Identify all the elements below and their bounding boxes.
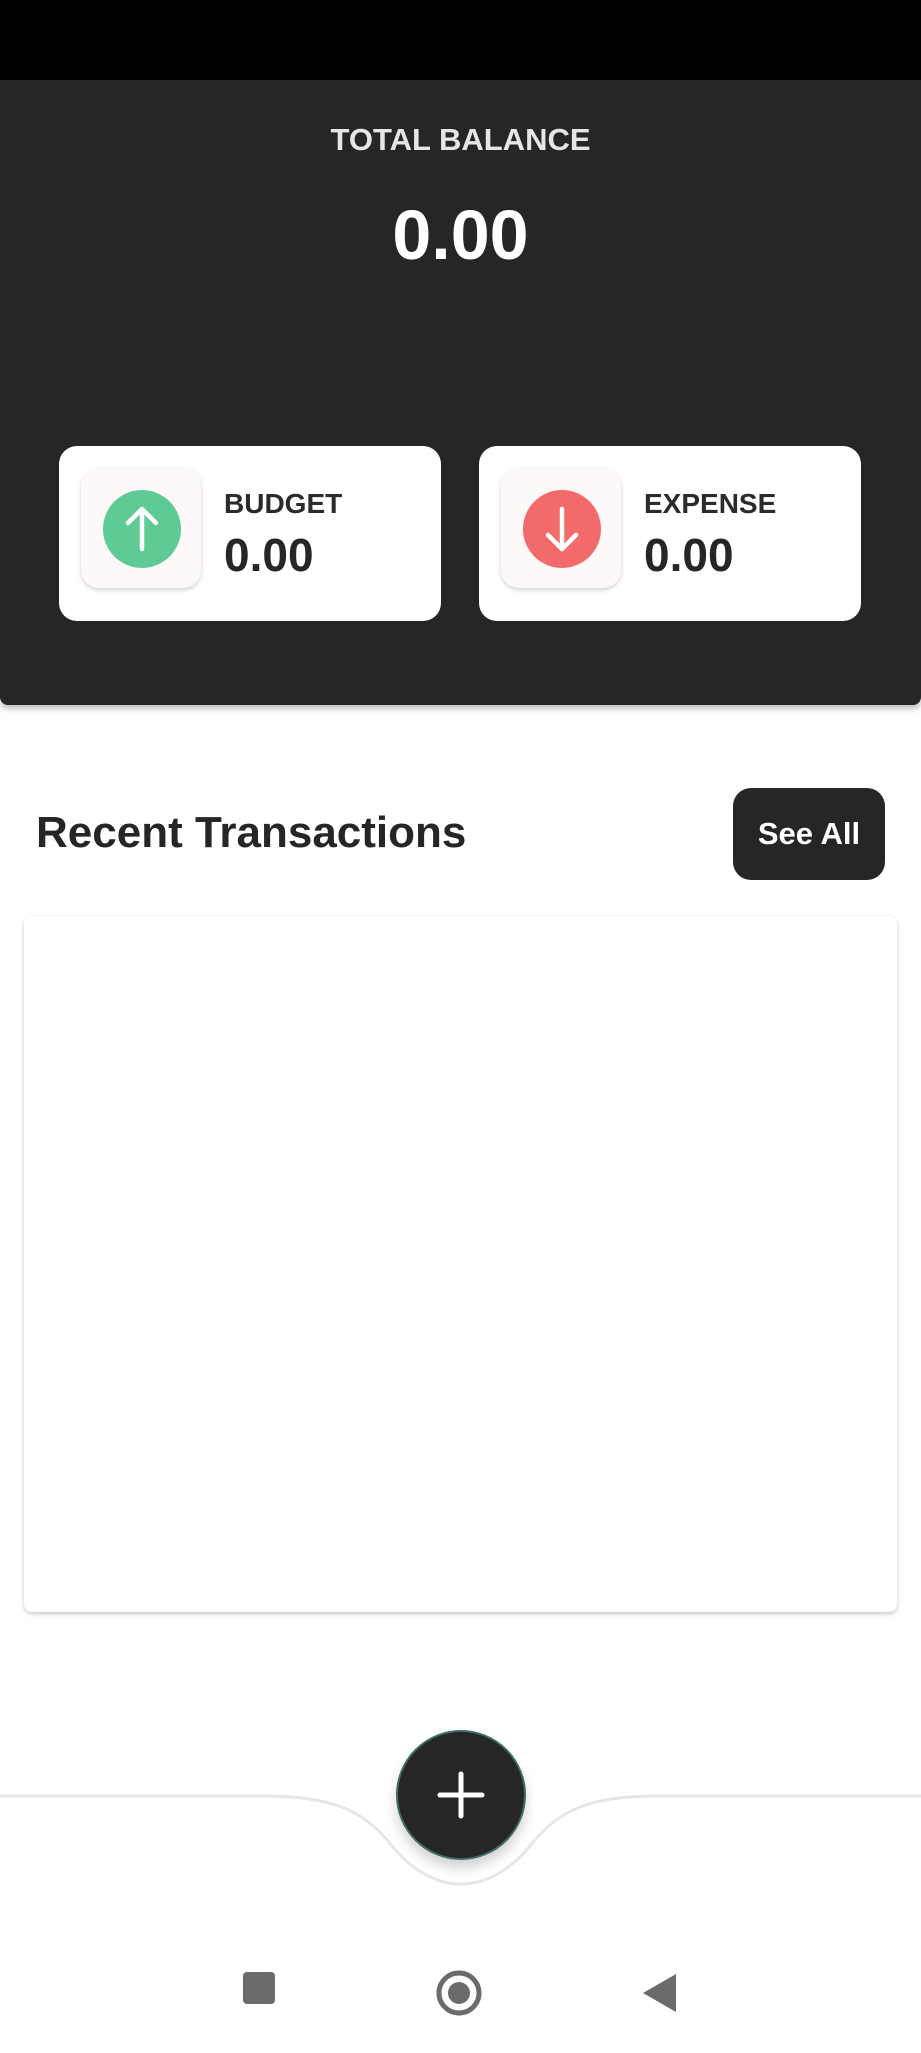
budget-card: BUDGET 0.00 <box>59 446 441 621</box>
plus-icon <box>437 1771 485 1819</box>
arrow-down-icon <box>523 490 601 568</box>
expense-icon-box <box>501 468 621 588</box>
expense-card: EXPENSE 0.00 <box>479 446 861 621</box>
budget-label: BUDGET <box>224 488 343 519</box>
home-button[interactable] <box>419 1930 499 2048</box>
expense-value: 0.00 <box>644 529 734 581</box>
status-bar <box>0 0 921 80</box>
square-icon <box>243 1972 275 2004</box>
budget-icon-box <box>81 468 201 588</box>
system-navigation-bar <box>0 1930 921 2048</box>
add-transaction-button[interactable] <box>396 1730 526 1860</box>
triangle-back-icon <box>643 1974 676 2012</box>
circle-icon <box>436 1970 482 2016</box>
total-balance-value: 0.00 <box>392 196 529 274</box>
transactions-list <box>24 916 897 1612</box>
recents-button[interactable] <box>219 1930 299 2048</box>
expense-label: EXPENSE <box>644 488 777 519</box>
budget-value: 0.00 <box>224 529 314 581</box>
recent-transactions-title: Recent Transactions <box>36 808 467 857</box>
arrow-up-icon <box>103 490 181 568</box>
see-all-button[interactable]: See All <box>733 788 885 880</box>
back-button[interactable] <box>619 1930 699 2048</box>
total-balance-label: TOTAL BALANCE <box>330 122 591 157</box>
